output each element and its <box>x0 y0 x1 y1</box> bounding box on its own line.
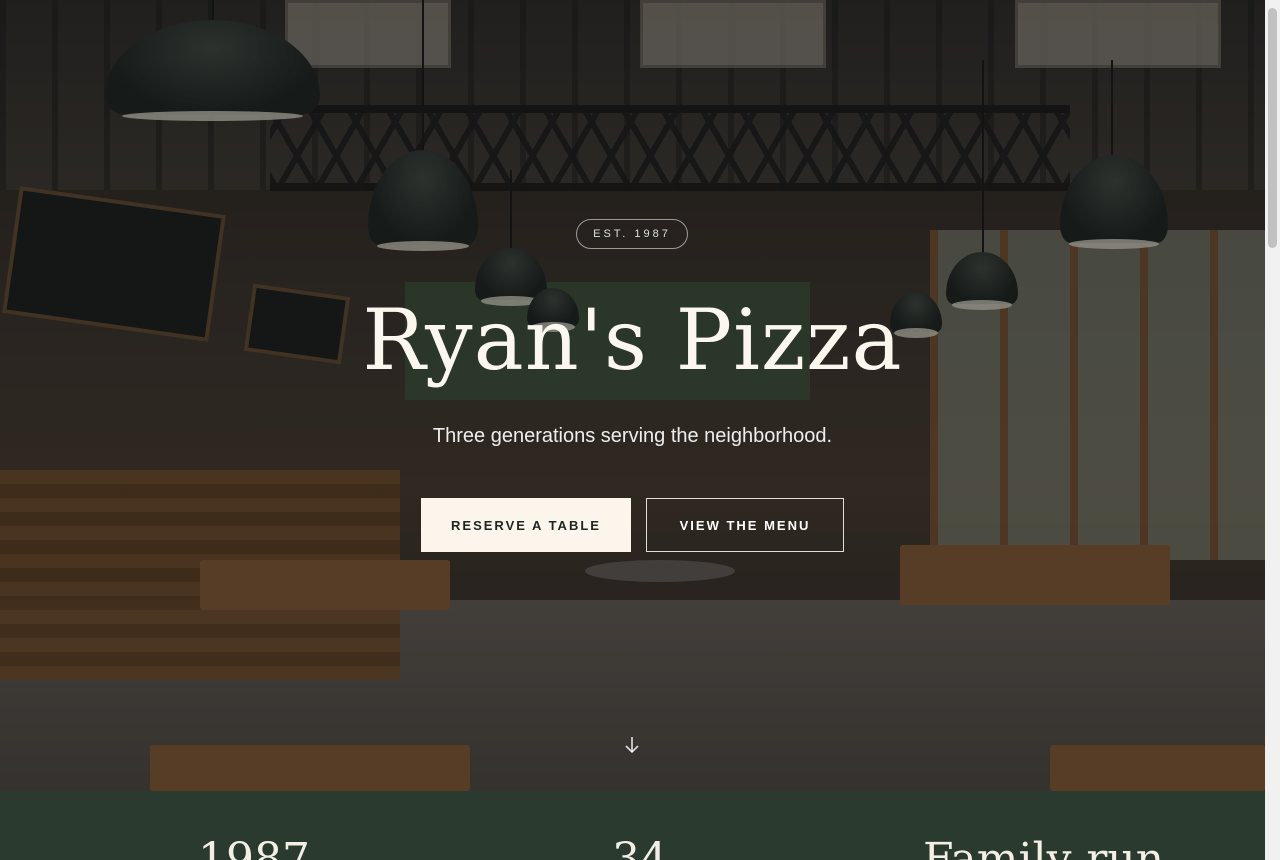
reserve-table-button[interactable]: RESERVE A TABLE <box>421 498 631 552</box>
page-scrollbar[interactable] <box>1265 0 1280 860</box>
stat-value: 34 <box>612 834 668 860</box>
stat-value: Family-run <box>923 834 1165 860</box>
restaurant-title: Ryan's Pizza <box>362 291 903 389</box>
hero-overlay <box>0 0 1265 791</box>
arrow-down-icon[interactable] <box>622 733 642 757</box>
scrollbar-thumb[interactable] <box>1268 8 1277 248</box>
stats-section: 1987 34 Family-run <box>0 791 1265 860</box>
stat-value: 1987 <box>198 834 310 860</box>
hero-section: EST. 1987 Ryan's Pizza Three generations… <box>0 0 1265 791</box>
view-menu-button[interactable]: VIEW THE MENU <box>646 498 844 552</box>
established-badge: EST. 1987 <box>576 219 688 249</box>
hero-subtitle: Three generations serving the neighborho… <box>432 425 833 447</box>
